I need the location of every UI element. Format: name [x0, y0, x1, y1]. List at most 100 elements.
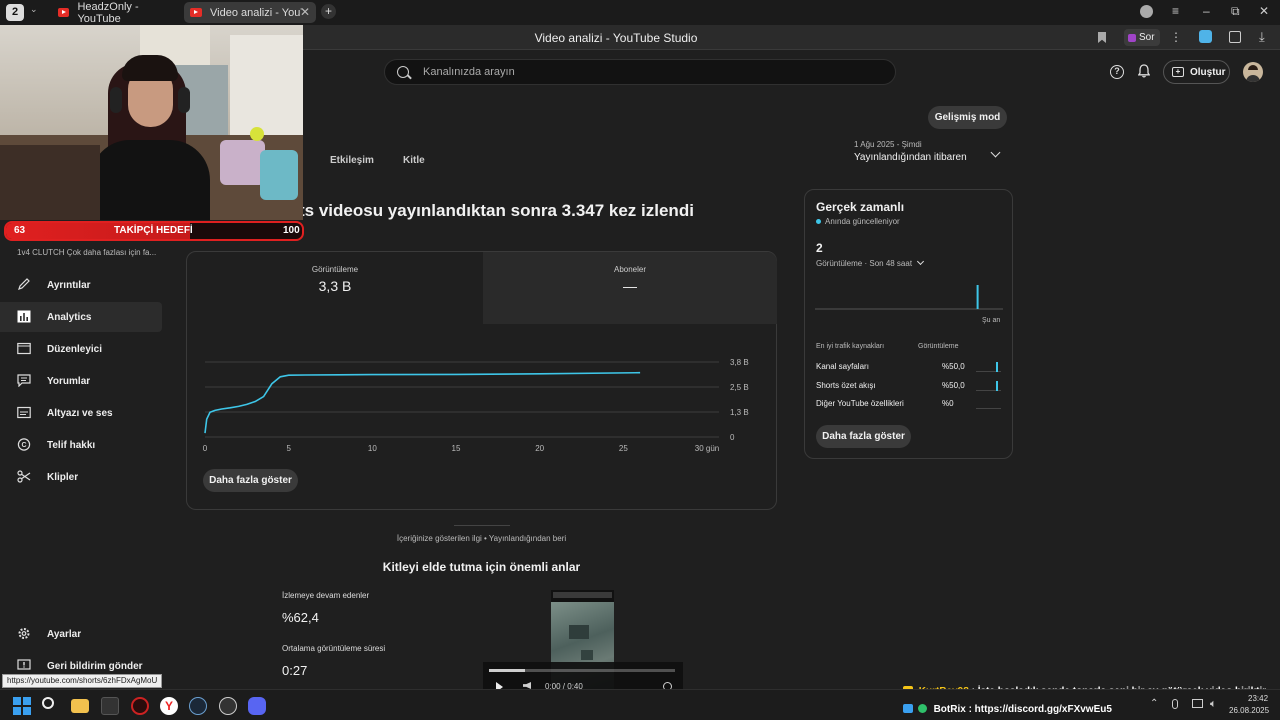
- search-icon[interactable]: [42, 697, 60, 715]
- tab-count-badge[interactable]: 2: [6, 4, 24, 21]
- nav-item-clips[interactable]: Klipler: [0, 462, 162, 492]
- source-name: Diğer YouTube özellikleri: [816, 399, 904, 408]
- close-window-icon[interactable]: ✕: [1259, 4, 1269, 18]
- browser-tab-bar: 2 ⌄ HeadzOnly - YouTube Video analizi - …: [0, 0, 1280, 25]
- volume-icon[interactable]: 🔈︎: [1210, 698, 1217, 711]
- x-tick-label: 25: [619, 444, 628, 453]
- profile-icon[interactable]: [1140, 5, 1153, 18]
- pencil-icon: [18, 278, 30, 290]
- tray-chevron-icon[interactable]: ⌃: [1150, 698, 1158, 709]
- avatar[interactable]: [1243, 62, 1263, 82]
- chevron-down-icon: [917, 257, 925, 266]
- yandex-browser-icon[interactable]: Y: [160, 697, 178, 715]
- source-row[interactable]: Diğer YouTube özellikleri %0: [816, 399, 1004, 411]
- nav-item-settings[interactable]: Ayarlar: [0, 619, 162, 649]
- search-input[interactable]: Kanalınızda arayın: [384, 59, 896, 85]
- source-bar-fill: [996, 362, 998, 372]
- notifications-icon[interactable]: [1137, 64, 1151, 78]
- source-row[interactable]: Shorts özet akışı %50,0: [816, 381, 1004, 393]
- nav-item-copyright[interactable]: C Telif hakkı: [0, 430, 162, 460]
- menu-icon[interactable]: ≡: [1172, 4, 1179, 18]
- x-tick-label: 0: [203, 444, 208, 453]
- tab-engagement[interactable]: Etkileşim: [330, 155, 374, 166]
- retention-caption: İçeriğinize gösterilen ilgi • Yayınlandı…: [396, 534, 567, 543]
- analytics-icon: [17, 310, 31, 323]
- sources-header: En iyi trafik kaynakları: [816, 343, 885, 350]
- clock-date[interactable]: 26.08.2025: [1229, 706, 1269, 715]
- discord-icon[interactable]: [248, 697, 266, 715]
- series-line: [204, 371, 641, 434]
- nav-item-editor[interactable]: Düzenleyici: [0, 334, 162, 364]
- now-label: Şu an: [982, 317, 1001, 324]
- new-tab-button[interactable]: +: [321, 4, 336, 19]
- comment-icon: [17, 374, 31, 387]
- source-name: Shorts özet akışı: [816, 381, 876, 390]
- nav-item-details[interactable]: Ayrıntılar: [0, 270, 162, 300]
- realtime-count: 2: [816, 241, 823, 255]
- download-icon[interactable]: ⤓: [1259, 29, 1265, 45]
- film-icon: [17, 342, 31, 355]
- app-icon[interactable]: [101, 697, 119, 715]
- youtube-icon: [190, 8, 202, 17]
- nav-item-comments[interactable]: Yorumlar: [0, 366, 162, 396]
- app-icon[interactable]: [219, 697, 237, 715]
- metric-views[interactable]: Görüntüleme 3,3 B: [187, 252, 483, 324]
- scissors-icon: [17, 470, 31, 483]
- nav-item-label: Ayrıntılar: [47, 279, 91, 291]
- create-button[interactable]: + Oluştur: [1163, 60, 1230, 84]
- date-range-selector[interactable]: 1 Ağu 2025 - Şimdi Yayınlandığından itib…: [854, 140, 1004, 168]
- realtime-bar: [976, 285, 979, 309]
- chevron-down-icon[interactable]: ⌄: [30, 4, 38, 15]
- show-more-button[interactable]: Daha fazla göster: [203, 469, 298, 492]
- source-name: Kanal sayfaları: [816, 362, 869, 371]
- steam-icon[interactable]: [189, 697, 207, 715]
- advanced-mode-button[interactable]: Gelişmiş mod: [928, 106, 1007, 129]
- video-subtitle: 1v4 CLUTCH Çok daha fazlası için fa...: [17, 248, 157, 257]
- windows-start-icon[interactable]: [13, 697, 31, 715]
- source-bar: [976, 362, 1001, 372]
- metric-label: Görüntüleme: [311, 265, 359, 274]
- youtube-icon: [58, 8, 70, 17]
- realtime-count-label[interactable]: Görüntüleme · Son 48 saat: [816, 257, 925, 268]
- game-app-icon[interactable]: [131, 697, 149, 715]
- seek-bar[interactable]: [489, 669, 675, 672]
- webcam-overlay: [0, 25, 303, 220]
- collections-icon[interactable]: [1229, 31, 1241, 43]
- metric-subscribers[interactable]: Aboneler —: [483, 252, 777, 324]
- volume-icon[interactable]: [523, 682, 531, 689]
- source-row[interactable]: Kanal sayfaları %50,0: [816, 362, 1004, 374]
- tab-audience[interactable]: Kitle: [403, 155, 425, 166]
- nav-item-label: Geri bildirim gönder: [47, 660, 143, 672]
- minimize-icon[interactable]: –: [1203, 4, 1210, 18]
- restore-icon[interactable]: ⧉: [1231, 4, 1240, 19]
- tab-headzonly[interactable]: HeadzOnly - YouTube: [52, 1, 180, 25]
- headline: orts videosu yayınlandıktan sonra 3.347 …: [282, 201, 694, 220]
- views-header: Görüntüleme: [918, 343, 959, 350]
- sor-button[interactable]: Sor: [1124, 29, 1160, 46]
- chat-user: BotRix: [933, 704, 966, 715]
- live-label: Anında güncelleniyor: [825, 217, 900, 226]
- network-icon[interactable]: [1192, 699, 1203, 708]
- section-divider: [454, 525, 510, 526]
- close-icon[interactable]: ✕: [300, 5, 310, 19]
- feedback-icon: [17, 659, 31, 670]
- tab-video-analytics[interactable]: Video analizi - YouTube ... ✕: [184, 2, 316, 23]
- extension-icon[interactable]: [1199, 30, 1212, 43]
- search-icon: [397, 66, 409, 78]
- microphone-icon[interactable]: [1172, 699, 1178, 709]
- clock-time[interactable]: 23:42: [1248, 694, 1268, 703]
- realtime-bar-chart: [815, 285, 1003, 310]
- realtime-show-more-button[interactable]: Daha fazla göster: [816, 425, 911, 448]
- metric-value: 3,3 B: [318, 278, 352, 294]
- avg-duration-value: 0:27: [282, 663, 308, 678]
- more-icon[interactable]: ⋮: [1170, 30, 1182, 44]
- taskbar: Y BotRix : https://discord.gg/xFXvwEu5 ⌃…: [0, 689, 1280, 720]
- avg-duration-label: Ortalama görüntüleme süresi: [282, 644, 386, 653]
- help-icon[interactable]: ?: [1110, 65, 1124, 79]
- svg-text:C: C: [21, 442, 26, 449]
- nav-item-subtitles[interactable]: Altyazı ve ses: [0, 398, 162, 428]
- file-explorer-icon[interactable]: [71, 699, 89, 713]
- nav-item-analytics[interactable]: Analytics: [0, 302, 162, 332]
- bot-badge-icon: [917, 704, 927, 713]
- metric-label: Aboneler: [613, 265, 647, 274]
